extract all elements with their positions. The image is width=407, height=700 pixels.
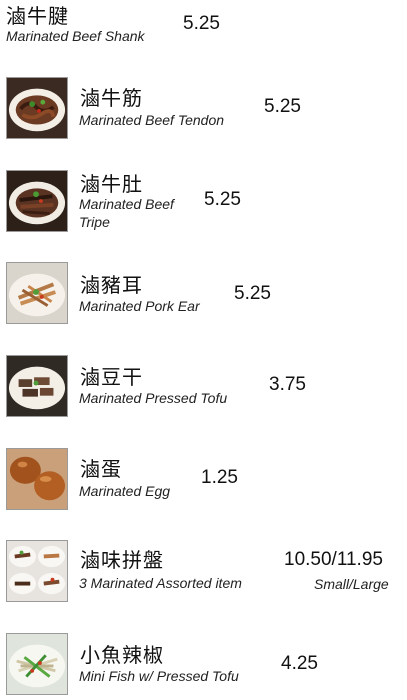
- item-price: 5.25: [264, 96, 301, 117]
- pork-ear-photo: [6, 262, 68, 324]
- item-name-zh: 小魚辣椒: [80, 643, 164, 667]
- assorted-platter-photo: [6, 540, 68, 602]
- pressed-tofu-photo: [6, 355, 68, 417]
- item-name-en: Marinated Pork Ear: [79, 298, 200, 314]
- item-name-en: Marinated Beef Shank: [6, 28, 145, 44]
- item-name-en: Marinated Egg: [79, 483, 171, 499]
- item-name-zh: 滷牛肚: [80, 172, 143, 196]
- menu-item-assorted-platter: 滷味拼盤 3 Marinated Assorted item 10.50/11.…: [0, 538, 407, 602]
- item-name-en: Marinated Beef Tripe: [79, 196, 174, 230]
- menu-item-pork-ear: 滷豬耳 Marinated Pork Ear 5.25: [0, 260, 407, 324]
- item-price: 5.25: [234, 283, 271, 304]
- item-price: 3.75: [269, 374, 306, 395]
- item-name-zh: 滷豆干: [80, 365, 143, 389]
- item-name-zh: 滷豬耳: [80, 273, 143, 297]
- item-price: 1.25: [201, 467, 238, 488]
- item-price: 5.25: [183, 13, 220, 34]
- menu-item-marinated-egg: 滷蛋 Marinated Egg 1.25: [0, 446, 407, 510]
- item-name-zh: 滷味拼盤: [80, 548, 164, 572]
- menu-item-beef-tripe: 滷牛肚 Marinated Beef Tripe 5.25: [0, 168, 407, 232]
- item-name-zh: 滷牛筋: [80, 86, 143, 110]
- menu-item-beef-tendon: 滷牛筋 Marinated Beef Tendon 5.25: [0, 75, 407, 139]
- size-note: Small/Large: [314, 576, 389, 592]
- item-name-en: Mini Fish w/ Pressed Tofu: [79, 668, 239, 684]
- item-name-en: Marinated Pressed Tofu: [79, 390, 228, 406]
- menu-item-mini-fish: 小魚辣椒 Mini Fish w/ Pressed Tofu 4.25: [0, 631, 407, 695]
- marinated-egg-photo: [6, 448, 68, 510]
- item-price: 4.25: [281, 653, 318, 674]
- item-price: 10.50/11.95: [284, 549, 383, 570]
- beef-tripe-photo: [6, 170, 68, 232]
- beef-tendon-photo: [6, 77, 68, 139]
- item-price: 5.25: [204, 189, 241, 210]
- item-name-en: 3 Marinated Assorted item: [79, 575, 242, 591]
- menu-item-pressed-tofu: 滷豆干 Marinated Pressed Tofu 3.75: [0, 353, 407, 417]
- mini-fish-photo: [6, 633, 68, 695]
- item-name-zh: 滷蛋: [80, 457, 122, 481]
- item-name-zh: 滷牛腱: [6, 4, 69, 28]
- menu-item-beef-shank: 滷牛腱 Marinated Beef Shank 5.25: [0, 0, 407, 50]
- item-name-en: Marinated Beef Tendon: [79, 112, 225, 128]
